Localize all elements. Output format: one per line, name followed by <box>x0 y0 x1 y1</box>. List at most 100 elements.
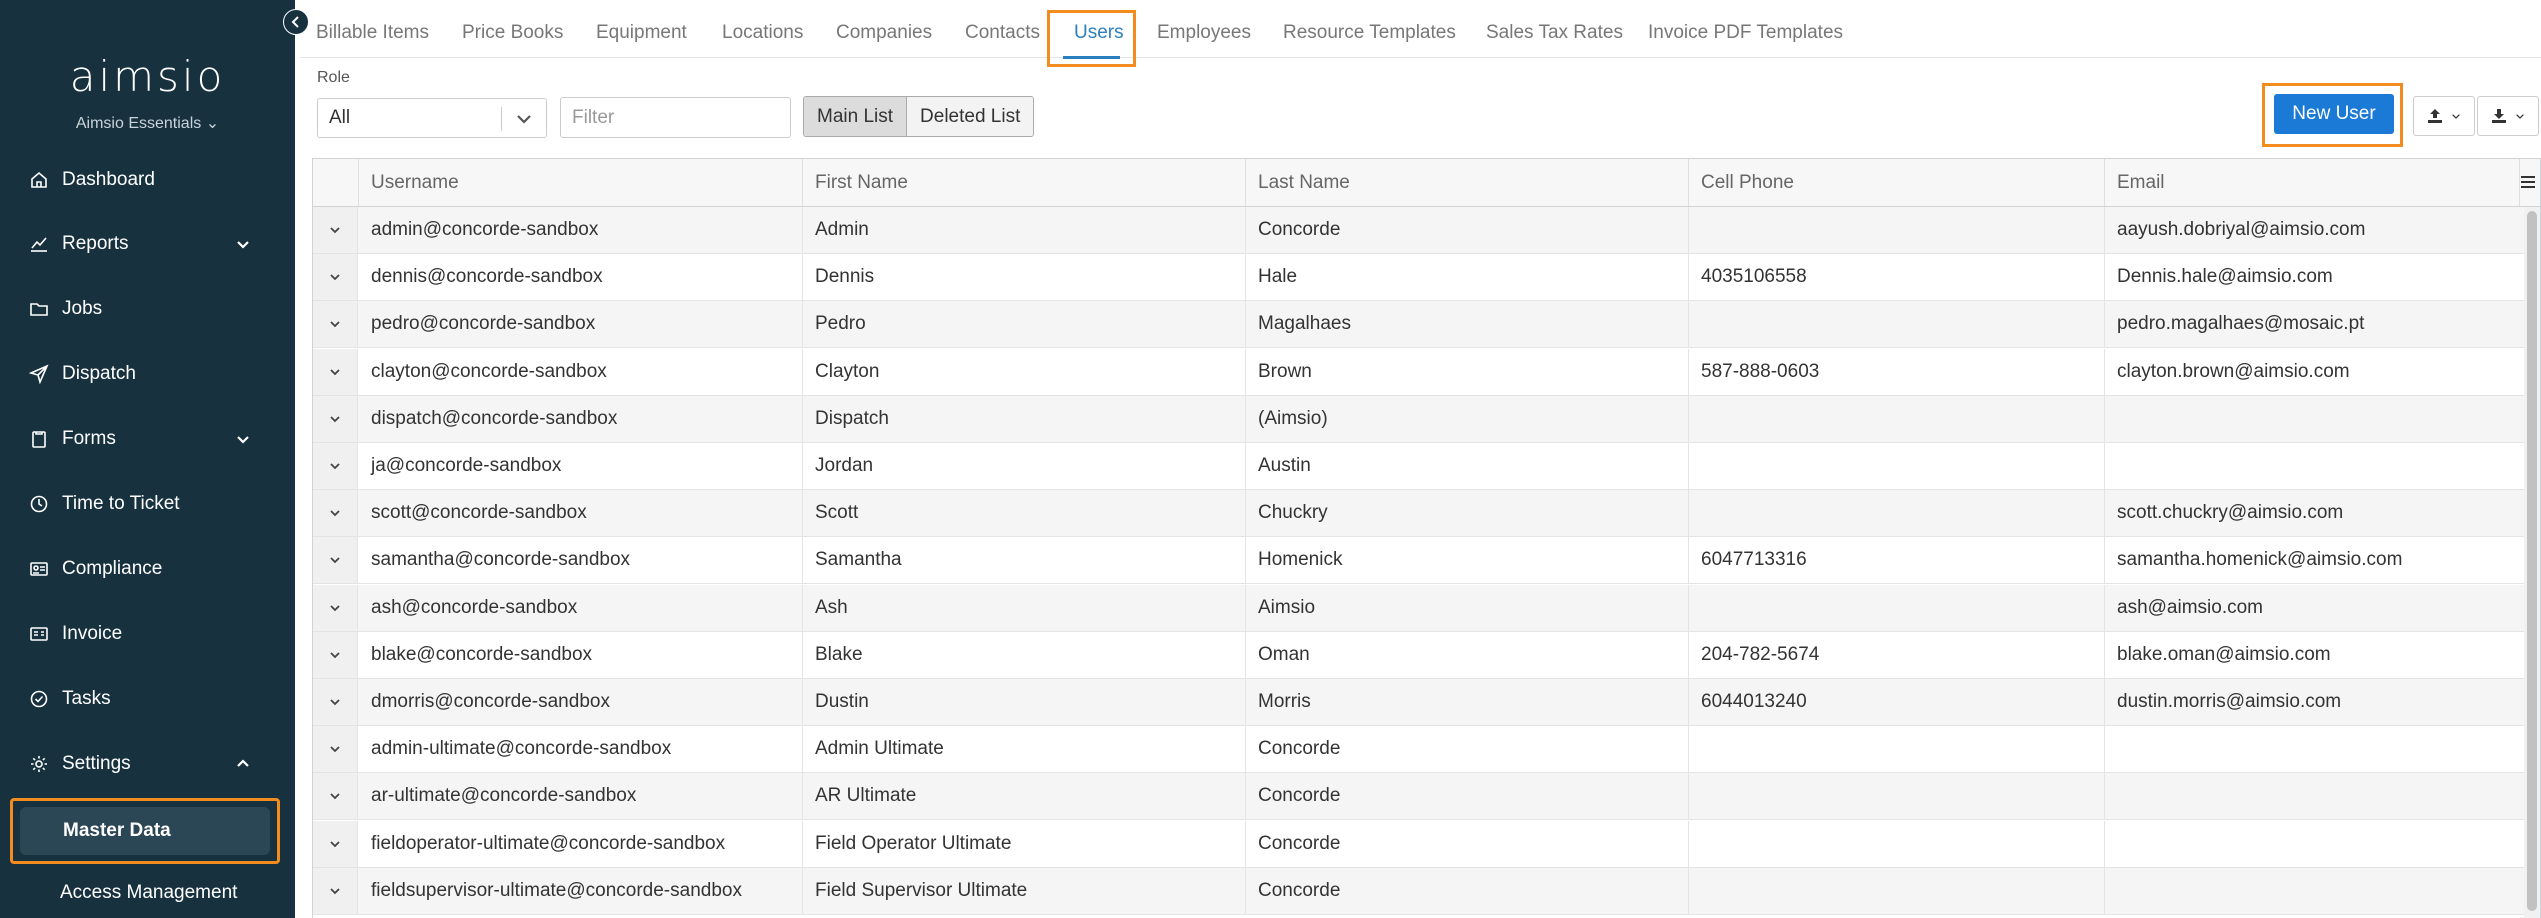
table-row[interactable]: fieldsupervisor-ultimate@concorde-sandbo… <box>313 867 2526 915</box>
tab-equipment[interactable]: Equipment <box>596 22 687 44</box>
row-expand-button[interactable] <box>313 348 358 395</box>
list-toggle: Main List Deleted List <box>803 96 1035 137</box>
cell-last-name: Aimsio <box>1246 584 1689 631</box>
cell-first-name: Ash <box>803 584 1246 631</box>
table-row[interactable]: dennis@concorde-sandbox Dennis Hale 4035106… <box>313 254 2526 302</box>
table-row[interactable]: fieldoperator-ultimate@concorde-sandbox F… <box>313 820 2526 868</box>
upload-button[interactable] <box>2413 96 2475 136</box>
row-expand-button[interactable] <box>313 537 358 584</box>
cell-first-name: Field Operator Ultimate <box>803 820 1246 867</box>
row-expand-button[interactable] <box>313 726 358 773</box>
table-row[interactable]: admin@concorde-sandbox Admin Concorde aayus… <box>313 207 2526 254</box>
role-select-divider <box>501 107 502 131</box>
row-expand-button[interactable] <box>313 631 358 678</box>
sidebar-item-invoice[interactable]: Invoice <box>0 608 295 660</box>
sidebar-collapse-button[interactable] <box>283 9 309 35</box>
home-icon <box>28 169 50 191</box>
table-row[interactable]: blake@concorde-sandbox Blake Oman 204-782-5… <box>313 631 2526 679</box>
cell-email <box>2105 773 2526 820</box>
chevron-down-icon <box>2516 114 2524 119</box>
column-header-username[interactable]: Username <box>359 159 803 206</box>
table-row[interactable]: ar-ultimate@concorde-sandbox AR Ultimate C… <box>313 773 2526 821</box>
cell-username: dennis@concorde-sandbox <box>359 254 803 301</box>
table-row[interactable]: dispatch@concorde-sandbox Dispatch (Aimsio… <box>313 395 2526 443</box>
sidebar-item-dispatch[interactable]: Dispatch <box>0 348 295 400</box>
cell-username: admin-ultimate@concorde-sandbox <box>359 726 803 773</box>
column-header-email[interactable]: Email <box>2105 159 2520 206</box>
grid-scrollbar[interactable] <box>2524 207 2540 918</box>
tab-locations[interactable]: Locations <box>722 22 803 44</box>
table-row[interactable]: samantha@concorde-sandbox Samantha Homenic… <box>313 537 2526 585</box>
cell-last-name: Concorde <box>1246 726 1689 773</box>
sidebar-item-dashboard[interactable]: Dashboard <box>0 154 295 206</box>
row-expand-button[interactable] <box>313 820 358 867</box>
chevron-down-icon <box>330 368 340 375</box>
column-header-cell-phone[interactable]: Cell Phone <box>1689 159 2105 206</box>
new-user-button[interactable]: New User <box>2274 94 2394 134</box>
column-header-last-name[interactable]: Last Name <box>1246 159 1689 206</box>
row-expand-button[interactable] <box>313 254 358 301</box>
sidebar-item-reports[interactable]: Reports <box>0 218 295 270</box>
tab-resource-templates[interactable]: Resource Templates <box>1283 22 1456 44</box>
tab-employees[interactable]: Employees <box>1157 22 1251 44</box>
row-expand-button[interactable] <box>313 867 358 914</box>
row-expand-button[interactable] <box>313 301 358 348</box>
cell-last-name: Brown <box>1246 348 1689 395</box>
row-expand-button[interactable] <box>313 584 358 631</box>
row-expand-button[interactable] <box>313 773 358 820</box>
table-row[interactable]: scott@concorde-sandbox Scott Chuckry scott.… <box>313 490 2526 538</box>
cell-first-name: Dustin <box>803 679 1246 725</box>
cell-cell-phone: 6044013240 <box>1689 679 2105 725</box>
tab-companies[interactable]: Companies <box>836 22 932 44</box>
sidebar-item-time-to-ticket[interactable]: Time to Ticket <box>0 478 295 530</box>
workspace-label: Aimsio Essentials <box>75 115 202 132</box>
role-label: Role <box>317 69 350 86</box>
sidebar-item-label: Settings <box>62 753 131 774</box>
sidebar-item-settings[interactable]: Settings <box>0 738 295 790</box>
role-select[interactable]: All <box>317 98 547 138</box>
tab-sales-tax-rates[interactable]: Sales Tax Rates <box>1486 22 1623 44</box>
role-select-value: All <box>329 107 351 128</box>
row-expand-button[interactable] <box>313 443 358 489</box>
cell-username: clayton@concorde-sandbox <box>359 348 803 395</box>
cell-cell-phone <box>1689 395 2105 442</box>
column-menu-icon[interactable] <box>2519 173 2537 191</box>
sidebar-item-forms[interactable]: Forms <box>0 413 295 465</box>
filter-input[interactable] <box>560 97 791 138</box>
send-icon <box>28 363 50 385</box>
grid-scrollbar-thumb[interactable] <box>2527 211 2537 911</box>
cell-first-name: Dennis <box>803 254 1246 301</box>
row-expand-button[interactable] <box>313 679 358 725</box>
check-circle-icon <box>28 688 50 710</box>
row-expand-button[interactable] <box>313 395 358 442</box>
table-row[interactable]: admin-ultimate@concorde-sandbox Admin Ult… <box>313 726 2526 774</box>
cell-email: aayush.dobriyal@aimsio.com <box>2105 207 2526 253</box>
cell-last-name: Concorde <box>1246 207 1689 253</box>
chevron-down-icon <box>330 840 340 847</box>
chevron-down-icon <box>330 652 340 659</box>
sidebar-item-compliance[interactable]: Compliance <box>0 543 295 595</box>
row-expand-button[interactable] <box>313 207 358 253</box>
sidebar-item-tasks[interactable]: Tasks <box>0 673 295 725</box>
tab-price-books[interactable]: Price Books <box>462 22 563 44</box>
column-header-first-name[interactable]: First Name <box>803 159 1246 206</box>
table-row[interactable]: clayton@concorde-sandbox Clayton Brown 587-… <box>313 348 2526 396</box>
tab-contacts[interactable]: Contacts <box>965 22 1040 44</box>
cell-email <box>2105 820 2526 867</box>
cell-cell-phone <box>1689 443 2105 489</box>
table-row[interactable]: pedro@concorde-sandbox Pedro Magalhaes pedr… <box>313 301 2526 349</box>
sidebar-subitem-master-data[interactable]: Master Data <box>20 807 270 855</box>
main-list-button[interactable]: Main List <box>804 97 908 136</box>
table-row[interactable]: ja@concorde-sandbox Jordan Austin <box>313 443 2526 490</box>
sidebar-item-jobs[interactable]: Jobs <box>0 283 295 335</box>
download-button[interactable] <box>2477 96 2539 136</box>
tab-invoice-pdf-templates[interactable]: Invoice PDF Templates <box>1648 22 1843 44</box>
table-row[interactable]: dmorris@concorde-sandbox Dustin Morris 6044… <box>313 679 2526 726</box>
row-expand-button[interactable] <box>313 490 358 537</box>
workspace-selector[interactable]: Aimsio Essentials ⌄ <box>0 113 295 133</box>
cell-username: dmorris@concorde-sandbox <box>359 679 803 725</box>
sidebar-subitem-access-management[interactable]: Access Management <box>60 882 237 904</box>
table-row[interactable]: ash@concorde-sandbox Ash Aimsio ash@aimsio.… <box>313 584 2526 632</box>
tab-billable-items[interactable]: Billable Items <box>316 22 429 44</box>
deleted-list-button[interactable]: Deleted List <box>907 97 1034 136</box>
